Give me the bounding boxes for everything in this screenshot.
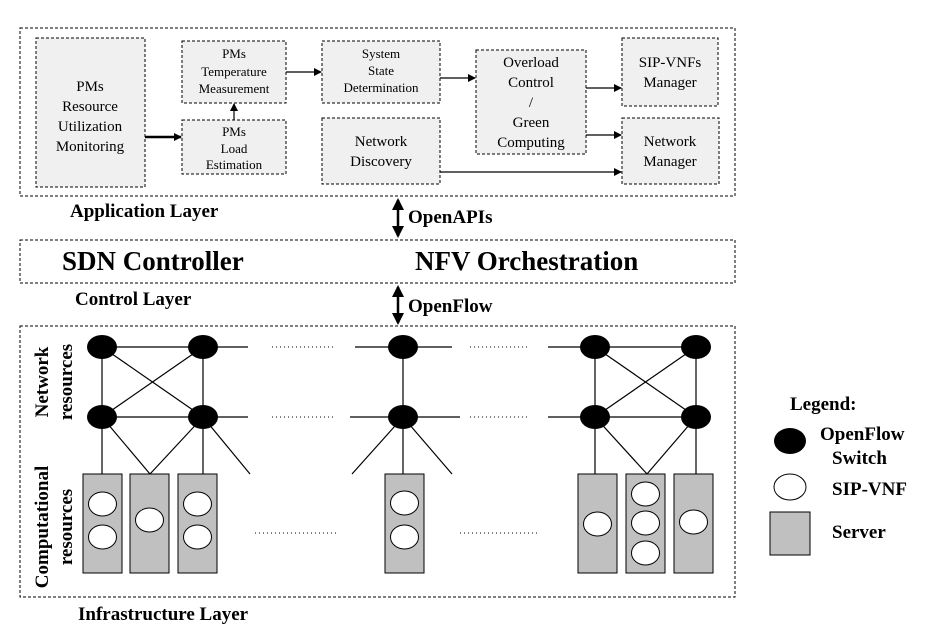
openflow-switch-icon bbox=[580, 405, 610, 429]
server-icon bbox=[384, 473, 425, 574]
box-text: Network bbox=[355, 134, 408, 150]
box-text: System bbox=[362, 46, 400, 61]
box-text: Monitoring bbox=[56, 139, 125, 155]
box-overload-control: Overload Control / Green Computing bbox=[475, 49, 587, 155]
computational-resources-label: Computational resources bbox=[32, 466, 77, 588]
openflow-switch-icon bbox=[188, 405, 218, 429]
network-resources-label: Network resources bbox=[32, 344, 77, 420]
box-text: Resource bbox=[62, 99, 118, 115]
side-label: Computational bbox=[32, 466, 53, 588]
box-network-manager: Network Manager bbox=[621, 117, 720, 185]
openflow-switch-icon bbox=[388, 335, 418, 359]
legend-switch-label: Switch bbox=[832, 448, 887, 469]
application-layer-label: Application Layer bbox=[70, 201, 219, 222]
openapis-label: OpenAPIs bbox=[408, 207, 492, 228]
legend-title: Legend: bbox=[790, 394, 857, 415]
openflow-switches bbox=[87, 335, 711, 429]
openflow-switch-icon bbox=[188, 335, 218, 359]
legend-server-icon bbox=[769, 511, 811, 556]
box-text: PMs bbox=[76, 79, 104, 95]
box-text: Computing bbox=[497, 135, 565, 151]
server-icon bbox=[82, 473, 123, 574]
box-resource-monitoring: PMs Resource Utilization Monitoring bbox=[35, 37, 146, 188]
box-text: Manager bbox=[643, 154, 696, 170]
sip-vnf-icon bbox=[631, 540, 660, 566]
openflow-switch-icon bbox=[87, 405, 117, 429]
sdn-controller-label: SDN Controller bbox=[62, 246, 244, 276]
sip-vnf-icon bbox=[583, 511, 612, 537]
sip-vnf-icon bbox=[135, 507, 164, 533]
box-text: PMs bbox=[222, 46, 246, 61]
side-label: resources bbox=[56, 344, 77, 420]
legend-vnf-icon bbox=[773, 473, 807, 501]
sip-vnf-icon bbox=[679, 509, 708, 535]
sip-vnf-icon bbox=[631, 510, 660, 536]
box-text: PMs bbox=[222, 124, 246, 139]
box-text: Manager bbox=[643, 75, 696, 91]
application-layer: PMs Resource Utilization Monitoring PMs … bbox=[19, 27, 736, 222]
legend-switch-label: OpenFlow bbox=[820, 424, 905, 445]
openflow-switch-icon bbox=[388, 405, 418, 429]
sip-vnf-icon bbox=[631, 481, 660, 507]
box-text: Overload bbox=[503, 55, 559, 71]
box-text: Control bbox=[508, 75, 554, 91]
openflow-switch-icon bbox=[580, 335, 610, 359]
box-text: Network bbox=[644, 134, 697, 150]
nfv-orchestration-label: NFV Orchestration bbox=[415, 246, 638, 276]
box-temperature: PMs Temperature Measurement bbox=[181, 40, 287, 104]
box-system-state: System State Determination bbox=[321, 40, 441, 104]
box-text: Green bbox=[513, 115, 550, 131]
box-text: Utilization bbox=[58, 119, 123, 135]
openflow-switch-icon bbox=[681, 405, 711, 429]
sip-vnf-icon bbox=[390, 524, 419, 550]
servers bbox=[82, 473, 714, 574]
side-label: Network bbox=[32, 346, 53, 417]
box-text: State bbox=[368, 63, 394, 78]
sdn-nfv-architecture-diagram: PMs Resource Utilization Monitoring PMs … bbox=[19, 27, 907, 625]
box-text: Determination bbox=[343, 80, 419, 95]
infrastructure-layer-label: Infrastructure Layer bbox=[78, 604, 249, 625]
openflow-switch-icon bbox=[87, 335, 117, 359]
legend-switch-icon bbox=[774, 428, 806, 454]
box-text: Load bbox=[221, 141, 248, 156]
openflow-label: OpenFlow bbox=[408, 296, 493, 317]
box-text: SIP-VNFs bbox=[639, 55, 702, 71]
sip-vnf-icon bbox=[390, 490, 419, 516]
box-text: Temperature bbox=[201, 64, 267, 79]
legend-vnf-label: SIP-VNF bbox=[832, 479, 907, 500]
sip-vnf-icon bbox=[183, 491, 212, 517]
sip-vnf-icon bbox=[88, 491, 117, 517]
box-load-estimation: PMs Load Estimation bbox=[181, 119, 287, 175]
openflow-switch-icon bbox=[681, 335, 711, 359]
sip-vnf-icon bbox=[88, 524, 117, 550]
sip-vnf-icon bbox=[183, 524, 212, 550]
legend: Legend: OpenFlow Switch SIP-VNF Server bbox=[769, 394, 907, 556]
box-text: Measurement bbox=[199, 81, 270, 96]
legend-server-label: Server bbox=[832, 522, 886, 543]
box-network-discovery: Network Discovery bbox=[321, 117, 441, 185]
control-layer-label: Control Layer bbox=[75, 289, 192, 310]
side-label: resources bbox=[56, 489, 77, 565]
control-layer: SDN Controller NFV Orchestration Control… bbox=[19, 239, 736, 310]
server-icon bbox=[177, 473, 218, 574]
box-sip-vnfs-manager: SIP-VNFs Manager bbox=[621, 37, 719, 107]
infrastructure-layer: Network resources Computational resource… bbox=[19, 325, 736, 625]
box-text: Discovery bbox=[350, 154, 412, 170]
box-text: Estimation bbox=[206, 157, 263, 172]
